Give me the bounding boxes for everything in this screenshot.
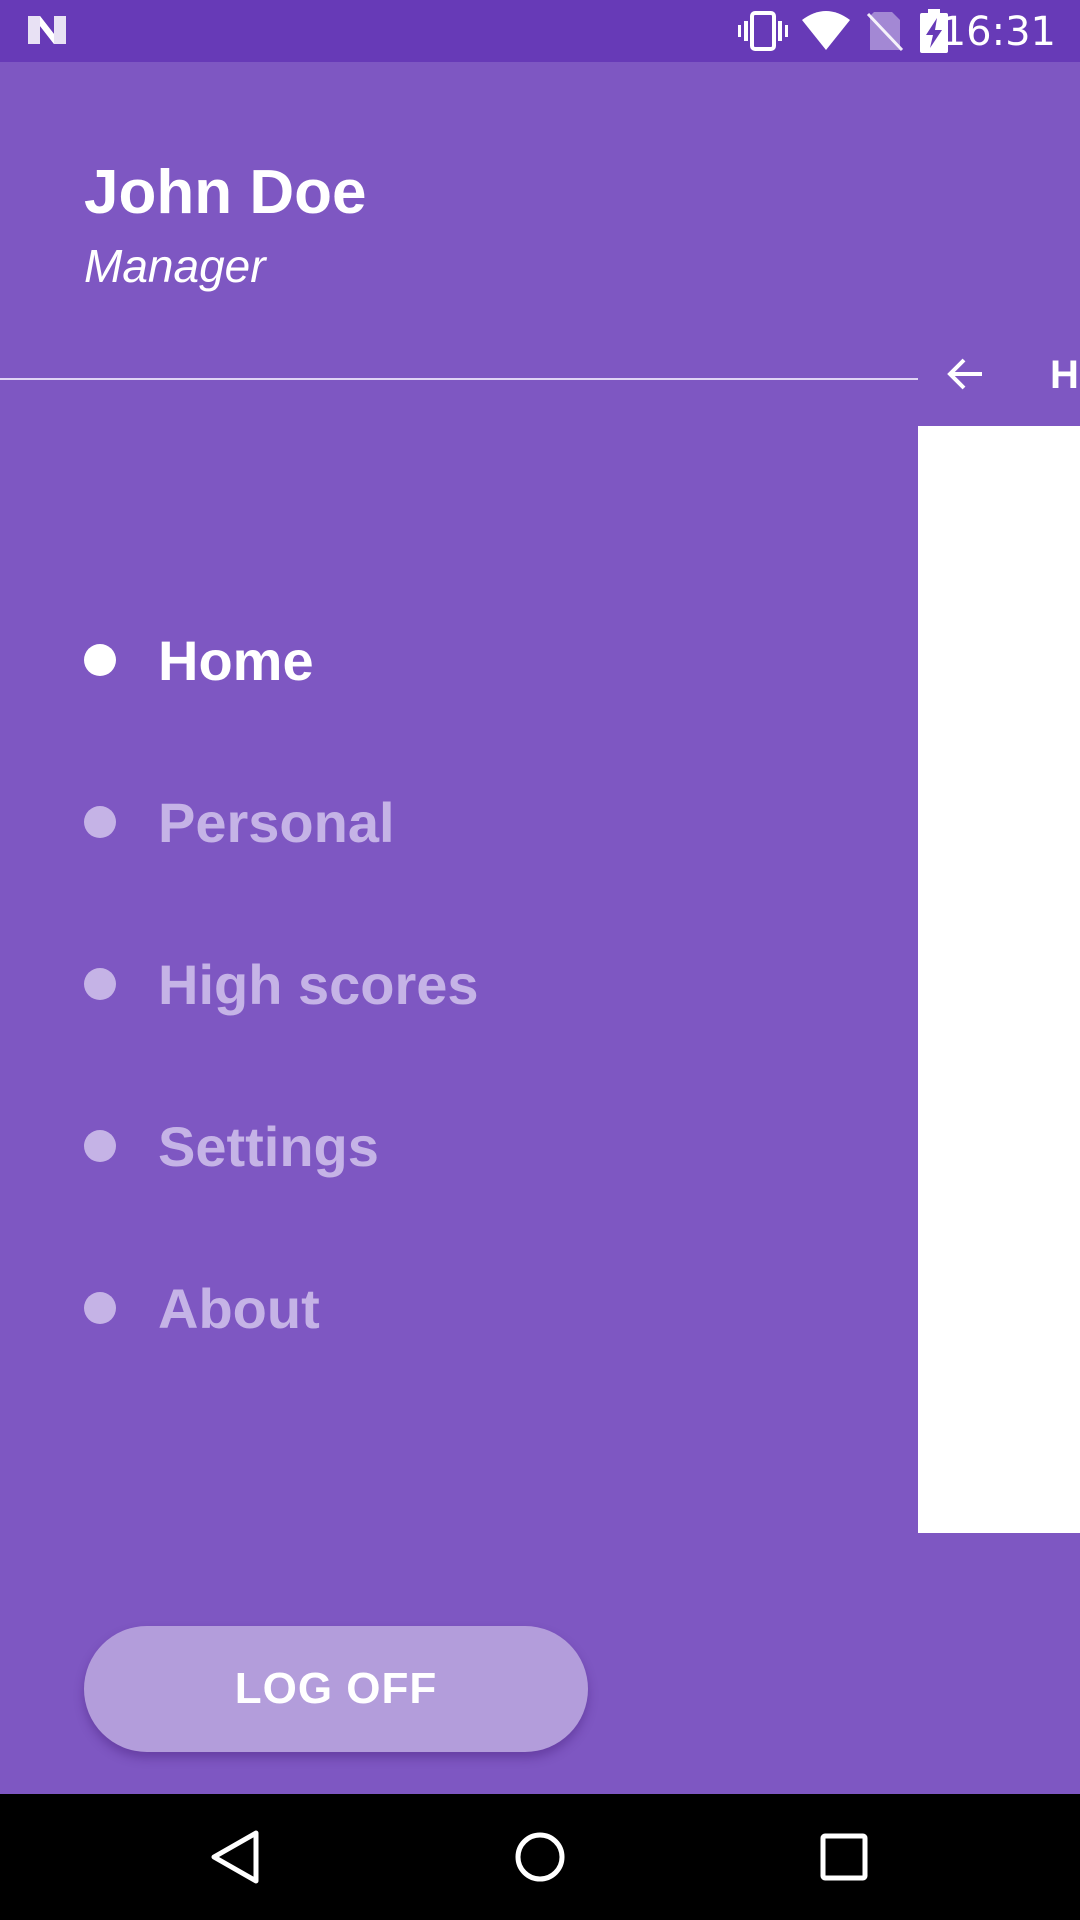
bullet-dot-icon	[84, 1130, 116, 1162]
header-divider	[0, 378, 918, 380]
menu-item-label: Home	[158, 628, 314, 692]
toolbar-title: Home	[1050, 353, 1080, 397]
status-time: 16:31	[940, 9, 1056, 55]
bullet-dot-icon	[84, 968, 116, 1000]
back-triangle-icon[interactable]	[208, 1828, 264, 1886]
menu-item-about[interactable]: About	[84, 1248, 864, 1368]
menu-item-label: High scores	[158, 952, 479, 1016]
log-off-button[interactable]: LOG OFF	[84, 1626, 588, 1752]
content-panel[interactable]	[918, 426, 1080, 1533]
menu-item-settings[interactable]: Settings	[84, 1086, 864, 1206]
menu-item-label: Settings	[158, 1114, 379, 1178]
bullet-dot-icon	[84, 806, 116, 838]
vibrate-icon	[738, 11, 788, 51]
notification-n-icon	[28, 16, 66, 44]
no-sim-icon	[866, 12, 904, 52]
wifi-icon	[802, 11, 850, 50]
status-bar: 16:31	[0, 0, 1080, 62]
menu-item-label: Personal	[158, 790, 395, 854]
navigation-bar	[0, 1794, 1080, 1920]
recents-square-icon[interactable]	[816, 1828, 872, 1886]
menu-item-label: About	[158, 1276, 320, 1340]
menu-item-home[interactable]: Home	[84, 600, 864, 720]
arrow-back-icon[interactable]	[942, 350, 990, 398]
home-circle-icon[interactable]	[512, 1828, 568, 1886]
menu-item-high-scores[interactable]: High scores	[84, 924, 864, 1044]
user-name: John Doe	[84, 158, 367, 227]
bullet-dot-icon	[84, 644, 116, 676]
user-role: Manager	[84, 240, 266, 292]
bullet-dot-icon	[84, 1292, 116, 1324]
menu-item-personal[interactable]: Personal	[84, 762, 864, 882]
